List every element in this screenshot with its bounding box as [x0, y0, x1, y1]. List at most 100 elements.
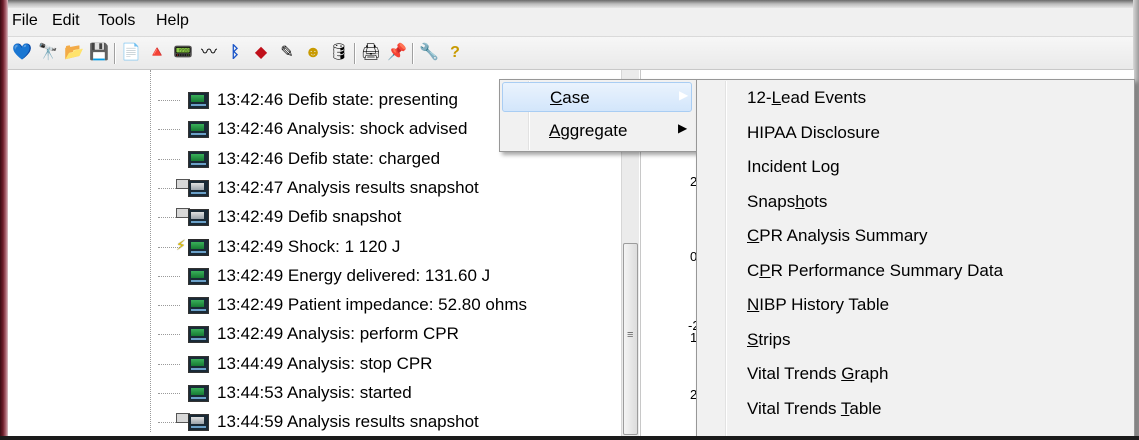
submenu-accelerator: N: [747, 295, 760, 314]
pushpin-icon[interactable]: 📌: [386, 42, 408, 64]
submenu-item-cpr-performance-summary-data[interactable]: CPR Performance Summary Data: [747, 261, 1003, 281]
monitor-event-icon: [188, 150, 209, 168]
event-text: 13:42:46 Defib state: presenting: [217, 90, 458, 109]
submenu-accelerator: P: [759, 260, 771, 280]
submenu-label-part: R Performance Summary Data: [770, 260, 1004, 280]
submenu-label-part: 12-: [747, 88, 772, 107]
submenu-item-nibp-history-table[interactable]: NIBP History Table: [747, 295, 889, 315]
submenu-accelerator: C: [747, 226, 760, 245]
event-row[interactable]: 13:44:49 Analysis: stop CPR: [8, 350, 621, 379]
database-icon[interactable]: 🛢: [328, 42, 350, 64]
menu-item-label: Case: [550, 88, 590, 107]
open-folder-icon[interactable]: 📂: [63, 42, 85, 64]
wrench-icon[interactable]: 🔧: [418, 42, 440, 64]
device-import-icon[interactable]: 📟: [172, 42, 194, 64]
submenu-item-strips[interactable]: Strips: [747, 330, 790, 350]
submenu-item-12-lead-events[interactable]: 12-Lead Events: [747, 88, 866, 108]
scrollbar-grip-icon: ≡: [627, 329, 634, 341]
event-text: 13:42:49 Energy delivered: 131.60 J: [217, 265, 491, 285]
submenu-label-part: ead Events: [781, 88, 867, 107]
monitor-event-icon: [188, 92, 209, 109]
submenu-label-part: raph: [854, 364, 889, 383]
pencil-icon[interactable]: ✎: [276, 42, 298, 64]
monitor-event-icon: [188, 267, 209, 285]
snapshot-monitor-icon: [188, 209, 209, 227]
event-text: 13:42:46 Analysis: shock advised: [217, 119, 468, 139]
submenu-label-part: PR Analysis Summary: [759, 226, 928, 245]
submenu-label-part: Vital Trends: [747, 398, 841, 418]
waveform-icon[interactable]: 〰: [198, 42, 220, 64]
toolbar: 💙 🔭 📂 💾 📄 🔺 📟 〰 ᛒ ◆ ✎ ☻ 🛢 🖨 📌 🔧 ?: [8, 37, 1133, 70]
help-question-icon[interactable]: ?: [444, 42, 466, 64]
event-row[interactable]: 13:42:49 Defib snapshot: [8, 203, 621, 232]
submenu-arrow-icon: ▶: [678, 121, 688, 135]
event-row[interactable]: 13:44:59 Analysis results snapshot: [8, 408, 621, 437]
menu-file[interactable]: File: [12, 12, 38, 30]
tree-connector: [158, 275, 180, 277]
event-text: 13:42:47 Analysis results snapshot: [217, 177, 479, 197]
submenu-accelerator: G: [841, 364, 855, 383]
shock-bolt-icon: ⚡: [176, 236, 186, 253]
event-text: 13:44:53 Analysis: started: [217, 383, 412, 402]
snapshot-monitor-icon: [188, 179, 209, 197]
submenu-item-cpr-analysis-summary[interactable]: CPR Analysis Summary: [747, 226, 927, 246]
submenu-accelerator: L: [771, 88, 782, 107]
submenu-item-vital-trends-graph[interactable]: Vital Trends Graph: [747, 364, 888, 384]
printer-icon[interactable]: 🖨: [360, 42, 382, 64]
event-text: 13:42:46 Defib state: charged: [217, 148, 441, 168]
tree-connector: [158, 334, 180, 336]
event-row[interactable]: 13:44:53 Analysis: started: [8, 379, 621, 408]
window-top-border: [0, 0, 1139, 8]
person-icon[interactable]: ☻: [302, 42, 324, 64]
event-row[interactable]: ⚡ 13:42:49 Shock: 1 120 J: [8, 233, 621, 262]
event-text: 13:44:49 Analysis: stop CPR: [217, 353, 433, 373]
window-bottom-border: [0, 436, 1139, 440]
event-text: 13:42:49 Analysis: perform CPR: [217, 324, 459, 344]
menu-item-aggregate[interactable]: Aggregate ▶: [502, 116, 692, 146]
context-menu: Case ▶ Aggregate ▶: [499, 79, 697, 152]
event-row[interactable]: 13:42:49 Analysis: perform CPR: [8, 320, 621, 349]
monitor-event-icon: [188, 355, 209, 373]
event-row[interactable]: 13:42:47 Analysis results snapshot: [8, 174, 621, 203]
red-diamond-icon[interactable]: ◆: [250, 42, 272, 64]
menu-edit[interactable]: Edit: [52, 12, 80, 30]
menu-item-case[interactable]: Case ▶: [502, 82, 692, 112]
submenu-accelerator: S: [747, 329, 759, 349]
submenu-item-vital-trends-table[interactable]: Vital Trends Table: [747, 399, 882, 419]
event-text: 13:42:49 Patient impedance: 52.80 ohms: [217, 295, 527, 315]
tree-connector: [158, 129, 180, 131]
event-text: 13:42:49 Shock: 1 120 J: [217, 236, 401, 256]
submenu-item-snapshots[interactable]: Snapshots: [747, 192, 827, 212]
submenu-item-hipaa-disclosure[interactable]: HIPAA Disclosure: [747, 123, 880, 143]
tree-connector: [158, 305, 180, 307]
monitor-event-icon: [188, 238, 209, 256]
snapshot-monitor-icon: [188, 414, 209, 432]
event-row[interactable]: 13:42:49 Patient impedance: 52.80 ohms: [8, 291, 621, 320]
monitor-event-icon: [188, 385, 209, 402]
save-disk-icon[interactable]: 💾: [88, 42, 110, 64]
menu-help[interactable]: Help: [156, 12, 189, 30]
bluetooth-icon[interactable]: ᛒ: [224, 42, 246, 64]
submenu-item-incident-log[interactable]: Incident Log: [747, 157, 840, 177]
tree-connector: [158, 393, 180, 394]
submenu-label-part: Incident Log: [747, 157, 840, 176]
submenu-label-part: IBP History Table: [759, 295, 890, 314]
menu-bar: File Edit Tools Help: [8, 8, 1133, 37]
submenu-label-part: Snaps: [747, 191, 796, 211]
menu-gutter: [725, 81, 727, 436]
window-left-border: [0, 0, 8, 440]
event-row[interactable]: 13:42:49 Energy delivered: 131.60 J: [8, 262, 621, 291]
binoculars-icon[interactable]: 🔭: [37, 42, 59, 64]
case-submenu: 12-Lead Events HIPAA Disclosure Incident L…: [696, 79, 1135, 438]
new-document-icon[interactable]: 📄: [120, 42, 142, 64]
submenu-accelerator: h: [795, 191, 805, 211]
submenu-label-part: HIPAA Disclosure: [747, 122, 880, 142]
tree-connector: [158, 363, 180, 365]
toolbar-separator: [354, 43, 356, 64]
event-text: 13:42:49 Defib snapshot: [217, 207, 402, 227]
heart-icon[interactable]: 💙: [11, 42, 33, 64]
device-red-icon[interactable]: 🔺: [146, 42, 168, 64]
event-text: 13:44:59 Analysis results snapshot: [217, 412, 479, 432]
toolbar-separator: [114, 43, 116, 64]
menu-tools[interactable]: Tools: [98, 12, 135, 30]
